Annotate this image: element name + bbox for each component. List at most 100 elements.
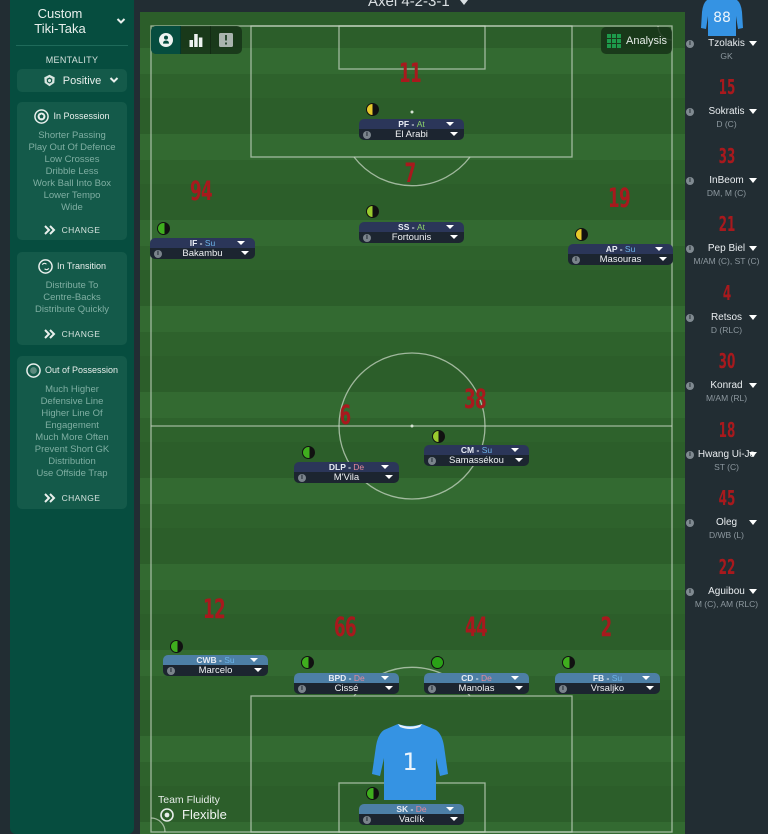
stats-view-button[interactable] — [181, 26, 211, 54]
player-name: Samassékou — [449, 455, 504, 466]
role-dropdown[interactable]: FB - Su — [555, 673, 660, 683]
player-name-dropdown[interactable]: i Masouras — [568, 254, 673, 265]
instruction: Low Crosses — [44, 154, 100, 165]
info-icon[interactable]: i — [559, 684, 567, 693]
in-transition-change-button[interactable]: CHANGE — [17, 328, 127, 340]
player-condition-indicator — [431, 656, 444, 669]
dropdown-arrow-icon[interactable] — [749, 246, 757, 251]
player-card[interactable]: PF - At i El Arabi — [359, 119, 464, 140]
chevron-down-icon[interactable] — [116, 16, 126, 26]
role-dropdown[interactable]: AP - Su — [568, 244, 673, 254]
role-label: DLP - — [328, 462, 354, 472]
player-condition-indicator — [366, 205, 379, 218]
dropdown-arrow-icon[interactable] — [749, 589, 757, 594]
player-card[interactable]: IF - Su i Bakambu — [150, 238, 255, 259]
role-dropdown[interactable]: CWB - Su — [163, 655, 268, 665]
dropdown-arrow-icon — [511, 448, 519, 452]
player-name-dropdown[interactable]: i M'Vila — [294, 472, 399, 483]
defence-icon — [26, 362, 41, 378]
player-card[interactable]: DLP - De i M'Vila — [294, 462, 399, 483]
info-icon[interactable]: i — [572, 255, 580, 264]
dropdown-arrow-icon[interactable] — [749, 315, 757, 320]
info-view-button[interactable] — [211, 26, 241, 54]
out-of-possession-change-button[interactable]: CHANGE — [17, 492, 127, 504]
role-label: AP - — [605, 244, 625, 254]
mentality-dropdown[interactable]: Positive — [17, 69, 127, 92]
player-name-dropdown[interactable]: i El Arabi — [359, 129, 464, 140]
player-card[interactable]: BPD - De i Cissé — [294, 673, 399, 694]
sub-positions: GK — [720, 51, 733, 61]
tactic-name-dropdown[interactable]: Custom Tiki-Taka — [10, 6, 110, 36]
role-dropdown[interactable]: PF - At — [359, 119, 464, 129]
role-label: CD - — [461, 673, 481, 683]
player-name-dropdown[interactable]: i Bakambu — [150, 248, 255, 259]
role-dropdown[interactable]: BPD - De — [294, 673, 399, 683]
dropdown-arrow-icon — [450, 235, 458, 239]
player-card[interactable]: SK - De i Vaclík — [359, 804, 464, 825]
phase-title: Out of Possession — [44, 365, 119, 375]
info-icon[interactable]: i — [167, 666, 175, 675]
target-icon — [160, 807, 174, 822]
role-dropdown[interactable]: DLP - De — [294, 462, 399, 472]
sub-shirt-number: 4 — [722, 281, 732, 305]
info-icon[interactable]: i — [154, 249, 162, 258]
player-name-dropdown[interactable]: i Vaclík — [359, 814, 464, 825]
player-card[interactable]: CWB - Su i Marcelo — [163, 655, 268, 676]
player-card[interactable]: CM - Su i Samassékou — [424, 445, 529, 466]
role-dropdown[interactable]: SK - De — [359, 804, 464, 814]
dropdown-arrow-icon[interactable] — [749, 41, 757, 46]
info-icon[interactable]: i — [298, 473, 306, 482]
in-possession-change-button[interactable]: CHANGE — [17, 224, 127, 236]
shirt-number: 66 — [333, 612, 357, 643]
dropdown-arrow-icon — [250, 658, 258, 662]
team-fluidity-label: Team Fluidity — [158, 794, 220, 806]
player-view-button[interactable] — [151, 26, 181, 54]
chevron-down-icon[interactable] — [460, 0, 468, 5]
duty-label: At — [416, 222, 425, 232]
role-label: PF - — [398, 119, 417, 129]
phase-title: In Possession — [53, 111, 110, 121]
dropdown-arrow-icon[interactable] — [749, 452, 757, 457]
analysis-button[interactable]: Analysis — [601, 27, 672, 54]
sub-shirt-number: 33 — [718, 144, 736, 168]
grid-icon — [607, 33, 621, 48]
player-name-dropdown[interactable]: i Marcelo — [163, 665, 268, 676]
player-name-dropdown[interactable]: i Cissé — [294, 683, 399, 694]
dropdown-arrow-icon[interactable] — [749, 520, 757, 525]
info-icon[interactable]: i — [363, 130, 371, 139]
shirt-number: 11 — [398, 58, 422, 89]
info-icon[interactable]: i — [363, 815, 371, 824]
formation-title[interactable]: Axel 4-2-3-1 — [368, 0, 450, 10]
dropdown-arrow-icon[interactable] — [749, 178, 757, 183]
player-name: M'Vila — [333, 472, 360, 483]
tactics-screen: Custom Tiki-Taka MENTALITY Positive In P… — [0, 0, 768, 834]
dropdown-arrow-icon[interactable] — [749, 109, 757, 114]
sub-positions: M (C), AM (RLC) — [694, 599, 759, 609]
player-name-dropdown[interactable]: i Vrsaljko — [555, 683, 660, 694]
role-label: SK - — [396, 804, 416, 814]
info-icon[interactable]: i — [298, 684, 306, 693]
info-icon[interactable]: i — [363, 233, 371, 242]
penalty-spot — [410, 110, 414, 114]
info-icon[interactable]: i — [428, 684, 436, 693]
dropdown-arrow-icon — [642, 676, 650, 680]
instruction: Shorter Passing — [38, 130, 106, 141]
instruction: Prevent Short GK — [34, 444, 110, 455]
player-card[interactable]: AP - Su i Masouras — [568, 244, 673, 265]
player-name-dropdown[interactable]: i Fortounis — [359, 232, 464, 243]
view-toolbar — [151, 26, 242, 54]
player-name: Masouras — [599, 254, 642, 265]
role-dropdown[interactable]: CM - Su — [424, 445, 529, 455]
player-name-dropdown[interactable]: i Manolas — [424, 683, 529, 694]
team-fluidity-value[interactable]: Flexible — [160, 807, 227, 822]
player-card[interactable]: SS - At i Fortounis — [359, 222, 464, 243]
player-card[interactable]: FB - Su i Vrsaljko — [555, 673, 660, 694]
shirt-number: 19 — [607, 183, 631, 214]
role-dropdown[interactable]: CD - De — [424, 673, 529, 683]
player-card[interactable]: CD - De i Manolas — [424, 673, 529, 694]
dropdown-arrow-icon[interactable] — [749, 383, 757, 388]
info-icon[interactable]: i — [428, 456, 436, 465]
player-name-dropdown[interactable]: i Samassékou — [424, 455, 529, 466]
role-dropdown[interactable]: IF - Su — [150, 238, 255, 248]
role-dropdown[interactable]: SS - At — [359, 222, 464, 232]
